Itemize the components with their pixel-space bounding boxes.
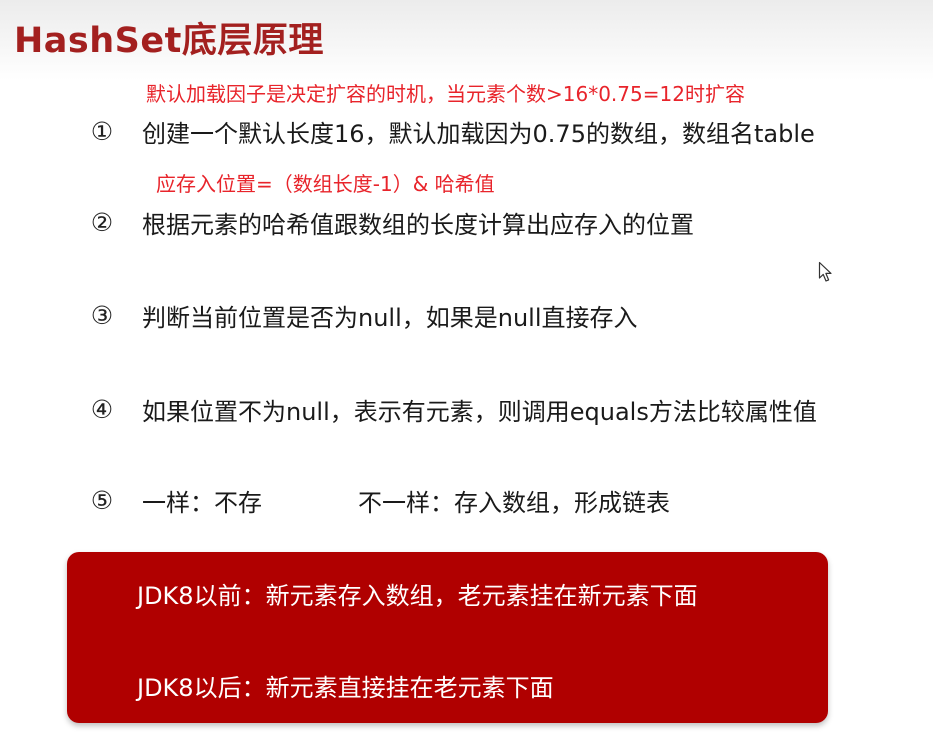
load-factor-note: 默认加载因子是决定扩容的时机，当元素个数>16*0.75=12时扩容 xyxy=(146,82,745,106)
step-text: 创建一个默认长度16，默认加载因为0.75的数组，数组名table xyxy=(142,119,815,148)
step-number: ② xyxy=(90,207,114,237)
page-title: HashSet底层原理 xyxy=(14,21,324,61)
step-4: ④ 如果位置不为null，表示有元素，则调用equals方法比较属性值 xyxy=(86,392,817,426)
step-1: ① 创建一个默认长度16，默认加载因为0.75的数组，数组名table xyxy=(86,114,815,148)
step-number: ④ xyxy=(90,394,114,424)
jdk-version-box: JDK8以前：新元素存入数组，老元素挂在新元素下面 JDK8以后：新元素直接挂在… xyxy=(67,552,828,723)
step-5: ⑤ 一样：不存 不一样：存入数组，形成链表 xyxy=(86,483,670,517)
step-text: 判断当前位置是否为null，如果是null直接存入 xyxy=(142,303,638,332)
jdk8-before-text: JDK8以前：新元素存入数组，老元素挂在新元素下面 xyxy=(137,582,698,610)
step-text-same: 一样：不存 xyxy=(142,488,262,517)
index-formula-note: 应存入位置=（数组长度-1）& 哈希值 xyxy=(156,172,495,196)
step-number: ① xyxy=(90,116,114,146)
step-number: ③ xyxy=(90,300,114,330)
step-text: 如果位置不为null，表示有元素，则调用equals方法比较属性值 xyxy=(142,397,817,426)
mouse-pointer-icon xyxy=(818,261,832,282)
step-2: ② 根据元素的哈希值跟数组的长度计算出应存入的位置 xyxy=(86,205,694,239)
jdk8-after-text: JDK8以后：新元素直接挂在老元素下面 xyxy=(137,674,554,702)
step-text-different: 不一样：存入数组，形成链表 xyxy=(358,488,670,517)
step-text: 根据元素的哈希值跟数组的长度计算出应存入的位置 xyxy=(142,210,694,239)
step-3: ③ 判断当前位置是否为null，如果是null直接存入 xyxy=(86,298,638,332)
step-number: ⑤ xyxy=(90,485,114,515)
